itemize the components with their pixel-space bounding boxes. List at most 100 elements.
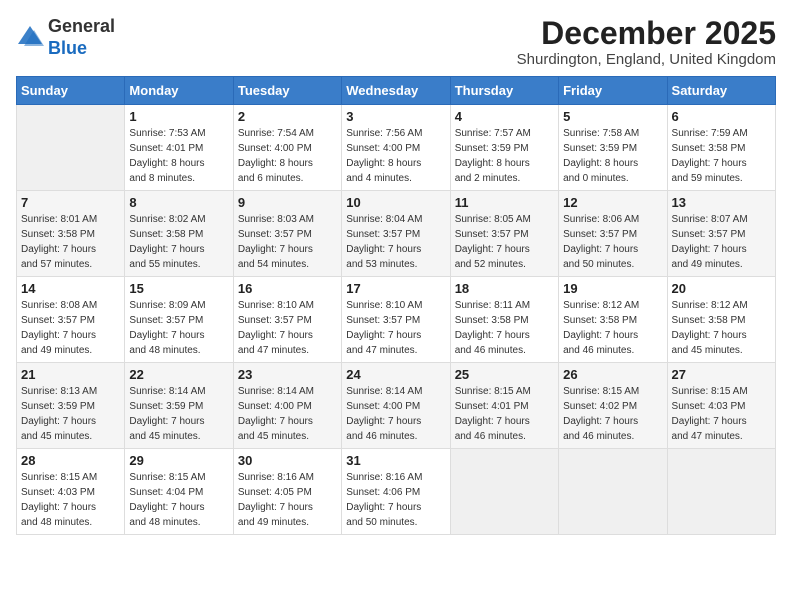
day-number: 1 xyxy=(129,109,228,124)
day-number: 2 xyxy=(238,109,337,124)
calendar-cell: 30Sunrise: 8:16 AMSunset: 4:05 PMDayligh… xyxy=(233,449,341,535)
day-number: 22 xyxy=(129,367,228,382)
calendar-cell xyxy=(450,449,558,535)
calendar-cell: 23 Sunrise: 8:14 AMSunset: 4:00 PMDayligh… xyxy=(233,363,341,449)
week-row-1: 1 Sunrise: 7:53 AMSunset: 4:01 PMDaylight… xyxy=(17,105,776,191)
calendar-cell xyxy=(667,449,775,535)
day-number: 10 xyxy=(346,195,445,210)
month-title: December 2025 xyxy=(517,16,776,51)
day-number: 26 xyxy=(563,367,662,382)
day-number: 3 xyxy=(346,109,445,124)
logo-text: General Blue xyxy=(48,16,115,59)
header-day-wednesday: Wednesday xyxy=(342,77,450,105)
day-number: 27 xyxy=(672,367,771,382)
logo-general: General xyxy=(48,16,115,36)
calendar-cell: 20Sunrise: 8:12 AMSunset: 3:58 PMDayligh… xyxy=(667,277,775,363)
week-row-5: 28Sunrise: 8:15 AMSunset: 4:03 PMDayligh… xyxy=(17,449,776,535)
calendar-cell: 13 Sunrise: 8:07 AMSunset: 3:57 PMDayligh… xyxy=(667,191,775,277)
day-number: 12 xyxy=(563,195,662,210)
day-info: Sunrise: 8:01 AMSunset: 3:58 PMDaylight:… xyxy=(21,212,120,272)
week-row-2: 7 Sunrise: 8:01 AMSunset: 3:58 PMDaylight… xyxy=(17,191,776,277)
day-info: Sunrise: 8:14 AMSunset: 4:00 PMDaylight:… xyxy=(238,384,337,444)
week-row-4: 21 Sunrise: 8:13 AMSunset: 3:59 PMDayligh… xyxy=(17,363,776,449)
day-info: Sunrise: 8:15 AMSunset: 4:03 PMDaylight:… xyxy=(21,470,120,530)
calendar-cell: 31 Sunrise: 8:16 AMSunset: 4:06 PMDayligh… xyxy=(342,449,450,535)
calendar-cell: 21 Sunrise: 8:13 AMSunset: 3:59 PMDayligh… xyxy=(17,363,125,449)
day-info: Sunrise: 8:07 AMSunset: 3:57 PMDaylight:… xyxy=(672,212,771,272)
calendar-cell: 22 Sunrise: 8:14 AMSunset: 3:59 PMDayligh… xyxy=(125,363,233,449)
day-number: 8 xyxy=(129,195,228,210)
day-info: Sunrise: 8:04 AMSunset: 3:57 PMDaylight:… xyxy=(346,212,445,272)
header-row: SundayMondayTuesdayWednesdayThursdayFrid… xyxy=(17,77,776,105)
calendar-cell: 24 Sunrise: 8:14 AMSunset: 4:00 PMDayligh… xyxy=(342,363,450,449)
day-info: Sunrise: 7:59 AMSunset: 3:58 PMDaylight:… xyxy=(672,126,771,186)
calendar-cell: 25 Sunrise: 8:15 AMSunset: 4:01 PMDayligh… xyxy=(450,363,558,449)
day-info: Sunrise: 8:14 AMSunset: 3:59 PMDaylight:… xyxy=(129,384,228,444)
header-day-tuesday: Tuesday xyxy=(233,77,341,105)
calendar-cell: 29Sunrise: 8:15 AMSunset: 4:04 PMDayligh… xyxy=(125,449,233,535)
day-number: 30 xyxy=(238,453,337,468)
day-number: 14 xyxy=(21,281,120,296)
logo-blue: Blue xyxy=(48,38,87,58)
day-info: Sunrise: 8:15 AMSunset: 4:01 PMDaylight:… xyxy=(455,384,554,444)
day-info: Sunrise: 8:10 AMSunset: 3:57 PMDaylight:… xyxy=(238,298,337,358)
page-header: General Blue December 2025 Shurdington, … xyxy=(16,16,776,68)
header-day-friday: Friday xyxy=(559,77,667,105)
calendar-cell: 1 Sunrise: 7:53 AMSunset: 4:01 PMDaylight… xyxy=(125,105,233,191)
day-number: 6 xyxy=(672,109,771,124)
day-info: Sunrise: 8:09 AMSunset: 3:57 PMDaylight:… xyxy=(129,298,228,358)
day-info: Sunrise: 8:03 AMSunset: 3:57 PMDaylight:… xyxy=(238,212,337,272)
day-info: Sunrise: 8:05 AMSunset: 3:57 PMDaylight:… xyxy=(455,212,554,272)
logo-icon xyxy=(16,24,44,52)
day-info: Sunrise: 7:58 AMSunset: 3:59 PMDaylight:… xyxy=(563,126,662,186)
day-info: Sunrise: 7:56 AMSunset: 4:00 PMDaylight:… xyxy=(346,126,445,186)
calendar-table: SundayMondayTuesdayWednesdayThursdayFrid… xyxy=(16,76,776,535)
calendar-cell: 11Sunrise: 8:05 AMSunset: 3:57 PMDayligh… xyxy=(450,191,558,277)
day-number: 17 xyxy=(346,281,445,296)
calendar-cell: 4Sunrise: 7:57 AMSunset: 3:59 PMDaylight… xyxy=(450,105,558,191)
day-info: Sunrise: 8:15 AMSunset: 4:03 PMDaylight:… xyxy=(672,384,771,444)
calendar-cell: 9Sunrise: 8:03 AMSunset: 3:57 PMDaylight… xyxy=(233,191,341,277)
header-day-monday: Monday xyxy=(125,77,233,105)
day-info: Sunrise: 8:14 AMSunset: 4:00 PMDaylight:… xyxy=(346,384,445,444)
day-number: 25 xyxy=(455,367,554,382)
day-info: Sunrise: 7:53 AMSunset: 4:01 PMDaylight:… xyxy=(129,126,228,186)
day-number: 24 xyxy=(346,367,445,382)
day-number: 19 xyxy=(563,281,662,296)
day-number: 5 xyxy=(563,109,662,124)
day-info: Sunrise: 8:10 AMSunset: 3:57 PMDaylight:… xyxy=(346,298,445,358)
calendar-cell: 18 Sunrise: 8:11 AMSunset: 3:58 PMDayligh… xyxy=(450,277,558,363)
calendar-cell: 15 Sunrise: 8:09 AMSunset: 3:57 PMDayligh… xyxy=(125,277,233,363)
calendar-cell: 5 Sunrise: 7:58 AMSunset: 3:59 PMDaylight… xyxy=(559,105,667,191)
day-number: 13 xyxy=(672,195,771,210)
calendar-cell: 10 Sunrise: 8:04 AMSunset: 3:57 PMDayligh… xyxy=(342,191,450,277)
day-info: Sunrise: 8:08 AMSunset: 3:57 PMDaylight:… xyxy=(21,298,120,358)
calendar-cell: 6 Sunrise: 7:59 AMSunset: 3:58 PMDaylight… xyxy=(667,105,775,191)
header-day-thursday: Thursday xyxy=(450,77,558,105)
day-number: 7 xyxy=(21,195,120,210)
day-number: 29 xyxy=(129,453,228,468)
day-info: Sunrise: 8:11 AMSunset: 3:58 PMDaylight:… xyxy=(455,298,554,358)
title-area: December 2025 Shurdington, England, Unit… xyxy=(517,16,776,68)
calendar-cell: 2 Sunrise: 7:54 AMSunset: 4:00 PMDaylight… xyxy=(233,105,341,191)
day-info: Sunrise: 8:13 AMSunset: 3:59 PMDaylight:… xyxy=(21,384,120,444)
day-number: 20 xyxy=(672,281,771,296)
calendar-cell: 14 Sunrise: 8:08 AMSunset: 3:57 PMDayligh… xyxy=(17,277,125,363)
day-info: Sunrise: 8:16 AMSunset: 4:06 PMDaylight:… xyxy=(346,470,445,530)
day-info: Sunrise: 7:54 AMSunset: 4:00 PMDaylight:… xyxy=(238,126,337,186)
day-number: 23 xyxy=(238,367,337,382)
week-row-3: 14 Sunrise: 8:08 AMSunset: 3:57 PMDayligh… xyxy=(17,277,776,363)
calendar-cell: 28Sunrise: 8:15 AMSunset: 4:03 PMDayligh… xyxy=(17,449,125,535)
calendar-cell xyxy=(17,105,125,191)
calendar-cell: 3 Sunrise: 7:56 AMSunset: 4:00 PMDaylight… xyxy=(342,105,450,191)
day-number: 31 xyxy=(346,453,445,468)
calendar-cell: 26Sunrise: 8:15 AMSunset: 4:02 PMDayligh… xyxy=(559,363,667,449)
day-number: 18 xyxy=(455,281,554,296)
header-day-saturday: Saturday xyxy=(667,77,775,105)
location-subtitle: Shurdington, England, United Kingdom xyxy=(517,51,776,68)
day-number: 21 xyxy=(21,367,120,382)
day-number: 15 xyxy=(129,281,228,296)
day-info: Sunrise: 8:12 AMSunset: 3:58 PMDaylight:… xyxy=(563,298,662,358)
calendar-cell xyxy=(559,449,667,535)
calendar-cell: 12Sunrise: 8:06 AMSunset: 3:57 PMDayligh… xyxy=(559,191,667,277)
